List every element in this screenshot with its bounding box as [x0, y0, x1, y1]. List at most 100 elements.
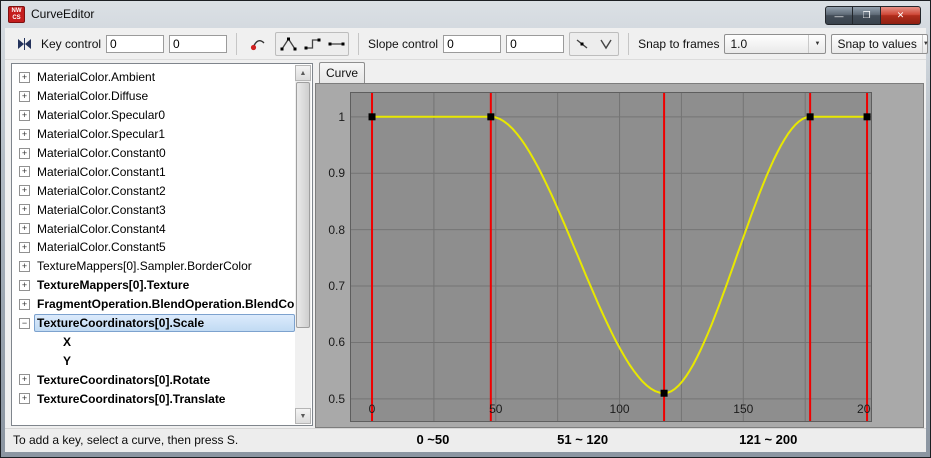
expand-icon[interactable]: +: [19, 204, 30, 215]
key-value-input[interactable]: [169, 35, 227, 53]
close-icon: ✕: [897, 10, 905, 21]
tree-item-label: Y: [60, 352, 295, 370]
minimize-button[interactable]: —: [825, 6, 853, 25]
x-axis-tick-label: 50: [489, 402, 503, 416]
linear-interpolation-icon: [328, 36, 345, 52]
status-bar: To add a key, select a curve, then press…: [5, 428, 926, 452]
slope-out-input[interactable]: [506, 35, 564, 53]
tree-item[interactable]: +MaterialColor.Specular0: [13, 106, 295, 125]
snap-to-frames-label: Snap to frames: [638, 37, 719, 51]
collapse-icon[interactable]: −: [19, 318, 30, 329]
slope-v-button[interactable]: [594, 33, 618, 55]
key-frame-input[interactable]: [106, 35, 164, 53]
snap-to-values-combo[interactable]: Snap to values ▼: [831, 34, 928, 54]
key-point[interactable]: [661, 390, 668, 397]
peak-interpolation-button[interactable]: [276, 33, 300, 55]
tree-item-label: TextureCoordinators[0].Translate: [34, 390, 295, 408]
linear-interpolation-button[interactable]: [324, 33, 348, 55]
step-interpolation-icon: [304, 36, 321, 52]
tree-item[interactable]: + TextureCoordinators[0].Rotate: [13, 370, 295, 389]
tree-item-label: MaterialColor.Specular1: [34, 125, 295, 143]
app-icon-text-bottom: CS: [9, 15, 24, 22]
y-axis-tick-label: 1: [316, 109, 345, 125]
tree-item[interactable]: +TextureMappers[0].Sampler.BorderColor: [13, 257, 295, 276]
tree-item[interactable]: + MaterialColor.Ambient: [13, 68, 295, 87]
window-title: CurveEditor: [31, 7, 94, 21]
tree-item[interactable]: +TextureMappers[0].Texture: [13, 276, 295, 295]
curve-chart-panel: 10.90.80.70.60.5 050100150200: [315, 83, 924, 428]
tree-item-label: MaterialColor.Constant1: [34, 163, 295, 181]
snap-to-frames-value: 1.0: [725, 37, 808, 51]
tree-item[interactable]: + MaterialColor.Constant1: [13, 162, 295, 181]
tree-item[interactable]: + TextureCoordinators[0].Translate: [13, 389, 295, 408]
y-axis-tick-label: 0.8: [316, 222, 345, 238]
slope-control-label: Slope control: [368, 37, 438, 51]
y-axis-tick-label: 0.9: [316, 165, 345, 181]
expand-icon[interactable]: +: [19, 91, 30, 102]
expand-icon[interactable]: +: [19, 148, 30, 159]
status-text: To add a key, select a curve, then press…: [13, 433, 238, 447]
expand-icon[interactable]: +: [19, 393, 30, 404]
expand-icon[interactable]: +: [19, 185, 30, 196]
tree-item[interactable]: + MaterialColor.Constant3: [13, 200, 295, 219]
slope-line-button[interactable]: [570, 33, 594, 55]
tree-item[interactable]: −TextureCoordinators[0].Scale: [13, 314, 295, 333]
close-button[interactable]: ✕: [881, 6, 921, 25]
snap-to-frames-combo[interactable]: 1.0 ▼: [724, 34, 826, 54]
tree-item[interactable]: + MaterialColor.Specular1: [13, 125, 295, 144]
slope-button-group: [569, 32, 619, 56]
tree-item-label: MaterialColor.Ambient: [34, 68, 295, 86]
y-axis-tick-label: 0.7: [316, 278, 345, 294]
maximize-button[interactable]: ❐: [853, 6, 881, 25]
expand-icon[interactable]: +: [19, 242, 30, 253]
tree-item[interactable]: +MaterialColor.Constant2: [13, 181, 295, 200]
peak-interpolation-icon: [280, 36, 297, 52]
app-icon: NW CS: [8, 6, 25, 23]
expand-icon[interactable]: +: [19, 72, 30, 83]
tree-item-label: MaterialColor.Constant0: [34, 144, 295, 162]
scroll-up-icon[interactable]: ▲: [295, 65, 311, 81]
tree-item-label: MaterialColor.Constant3: [34, 201, 295, 219]
tree-item[interactable]: + MaterialColor.Constant5: [13, 238, 295, 257]
y-axis-tick-label: 0.6: [316, 334, 345, 350]
tree-item[interactable]: + MaterialColor.Constant4: [13, 219, 295, 238]
tree-item-label: MaterialColor.Constant5: [34, 238, 295, 256]
tree-item[interactable]: +MaterialColor.Diffuse: [13, 87, 295, 106]
y-axis-tick-label: 0.5: [316, 391, 345, 407]
key-control-label: Key control: [41, 37, 101, 51]
toolbar-separator: [628, 33, 629, 55]
expand-icon[interactable]: +: [19, 223, 30, 234]
key-point[interactable]: [369, 113, 376, 120]
tree-item-label: TextureCoordinators[0].Rotate: [34, 371, 295, 389]
key-point[interactable]: [864, 113, 871, 120]
expand-icon[interactable]: +: [19, 129, 30, 140]
slope-in-input[interactable]: [443, 35, 501, 53]
tree-item[interactable]: X: [13, 332, 295, 351]
expand-icon[interactable]: +: [19, 299, 30, 310]
titlebar[interactable]: NW CS CurveEditor — ❐ ✕: [1, 1, 930, 28]
key-point[interactable]: [487, 113, 494, 120]
add-key-button[interactable]: [246, 33, 270, 55]
tree-item[interactable]: Y: [13, 351, 295, 370]
expand-icon[interactable]: +: [19, 261, 30, 272]
curve-plot[interactable]: 050100150200: [350, 92, 872, 422]
scrollbar-thumb[interactable]: [296, 82, 310, 328]
add-key-icon: [250, 36, 266, 52]
slope-v-icon: [598, 36, 614, 52]
expand-icon[interactable]: +: [19, 110, 30, 121]
expand-icon[interactable]: +: [19, 374, 30, 385]
key-point[interactable]: [807, 113, 814, 120]
expand-icon[interactable]: +: [19, 166, 30, 177]
tree-scrollbar[interactable]: ▲ ▼: [295, 65, 311, 424]
expand-icon[interactable]: +: [19, 280, 30, 291]
tree-item[interactable]: + MaterialColor.Constant0: [13, 144, 295, 163]
toolbar: Key control Slope control: [5, 28, 926, 60]
tree-item-label: MaterialColor.Constant4: [34, 220, 295, 238]
maximize-icon: ❐: [862, 10, 870, 21]
x-axis-tick-label: 200: [857, 402, 872, 416]
tree-item[interactable]: +FragmentOperation.BlendOperation.BlendC…: [13, 295, 295, 314]
tab-curve[interactable]: Curve: [319, 62, 365, 83]
scroll-down-icon[interactable]: ▼: [295, 408, 311, 424]
segment-range-label: 121 ~ 200: [739, 432, 797, 447]
step-interpolation-button[interactable]: [300, 33, 324, 55]
